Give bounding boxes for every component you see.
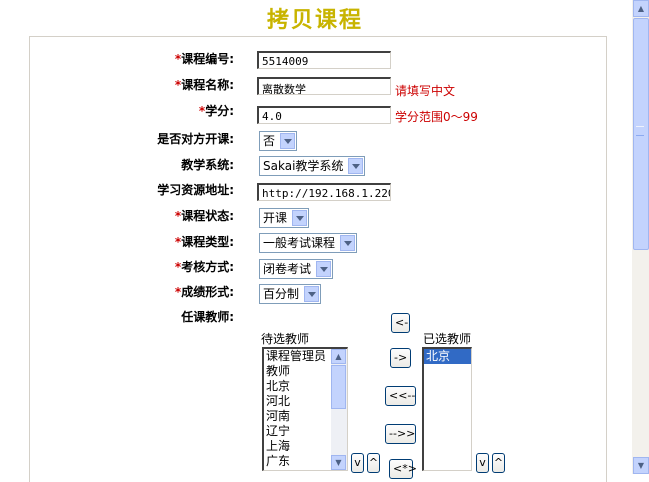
course-name-label-text: 课程名称: [181, 78, 234, 92]
chevron-down-icon[interactable] [304, 286, 319, 302]
available-move-down-button[interactable]: v [351, 453, 364, 473]
course-status-value: 开课 [263, 211, 288, 225]
add-one-button[interactable]: -> [390, 348, 411, 368]
available-teachers-list[interactable]: 课程管理员 教师 北京 河北 河南 辽宁 上海 广东 ▲ ▼ [262, 347, 348, 471]
course-name-input[interactable]: 离散数学 [257, 77, 391, 95]
chevron-down-icon[interactable] [316, 261, 331, 277]
course-type-select[interactable]: 一般考试课程 [259, 233, 357, 253]
scroll-up-icon[interactable]: ▲ [331, 349, 346, 364]
chevron-down-icon[interactable] [280, 133, 295, 149]
grade-format-value: 百分制 [263, 287, 300, 301]
remove-one-button[interactable]: <- [391, 313, 410, 333]
grade-format-label: *成绩形式: [44, 284, 234, 300]
chevron-down-icon[interactable] [348, 158, 363, 174]
course-name-label: *课程名称: [44, 77, 234, 93]
credit-label-text: 学分: [205, 104, 234, 118]
add-all-button[interactable]: -->> [385, 424, 416, 444]
course-type-value: 一般考试课程 [263, 236, 336, 250]
available-teachers-caption: 待选教师 [261, 332, 310, 346]
course-name-hint: 请填写中文 [395, 84, 456, 98]
scroll-up-icon[interactable]: ▲ [633, 0, 649, 17]
chevron-down-icon[interactable] [340, 235, 355, 251]
course-number-input[interactable]: 5514009 [257, 51, 391, 69]
available-move-up-button[interactable]: ^ [367, 453, 380, 473]
scroll-thumb[interactable] [331, 365, 346, 409]
partial-button[interactable]: <*> [389, 459, 417, 479]
open-to-public-label: 是否对方开课: [157, 132, 234, 146]
assessment-method-label-text: 考核方式: [181, 260, 234, 274]
course-number-label: *课程编号: [44, 51, 234, 67]
open-to-public-select[interactable]: 否 [259, 131, 297, 151]
course-type-label: *课程类型: [44, 234, 234, 250]
remove-all-button[interactable]: <<-- [385, 386, 416, 406]
open-to-public-value: 否 [263, 134, 276, 148]
scroll-down-icon[interactable]: ▼ [331, 455, 346, 470]
page-title: 拷贝课程 [266, 7, 363, 33]
list-scrollbar[interactable]: ▲ ▼ [331, 349, 347, 470]
selected-teachers-caption: 已选教师 [423, 332, 472, 346]
teachers-label: 任课教师: [181, 310, 234, 324]
resource-url-input[interactable]: http://192.168.1.220:808 [257, 183, 391, 201]
assessment-method-value: 闭卷考试 [263, 262, 312, 276]
selected-teachers-list[interactable]: 北京 [422, 347, 472, 471]
resource-url-label: 学习资源地址: [157, 183, 234, 197]
credit-label: *学分: [44, 103, 234, 119]
teaching-system-select[interactable]: Sakai教学系统 [259, 156, 365, 176]
scroll-grip-icon [636, 126, 644, 136]
course-number-label-text: 课程编号: [181, 52, 234, 66]
scroll-down-icon[interactable]: ▼ [633, 457, 649, 474]
course-status-select[interactable]: 开课 [259, 208, 309, 228]
teaching-system-value: Sakai教学系统 [263, 159, 344, 173]
grade-format-select[interactable]: 百分制 [259, 284, 321, 304]
grade-format-label-text: 成绩形式: [181, 285, 234, 299]
selected-move-up-button[interactable]: ^ [492, 453, 505, 473]
selected-move-down-button[interactable]: v [476, 453, 489, 473]
credit-hint: 学分范围0～99 [395, 110, 478, 124]
assessment-method-label: *考核方式: [44, 259, 234, 275]
list-item[interactable]: 北京 [424, 349, 471, 364]
teaching-system-label: 教学系统: [181, 158, 234, 172]
assessment-method-select[interactable]: 闭卷考试 [259, 259, 333, 279]
course-status-label: *课程状态: [44, 208, 234, 224]
course-type-label-text: 课程类型: [181, 235, 234, 249]
credit-input[interactable]: 4.0 [257, 106, 391, 124]
chevron-down-icon[interactable] [292, 210, 307, 226]
course-status-label-text: 课程状态: [181, 209, 234, 223]
page-scrollbar[interactable]: ▲ ▼ [632, 0, 649, 474]
